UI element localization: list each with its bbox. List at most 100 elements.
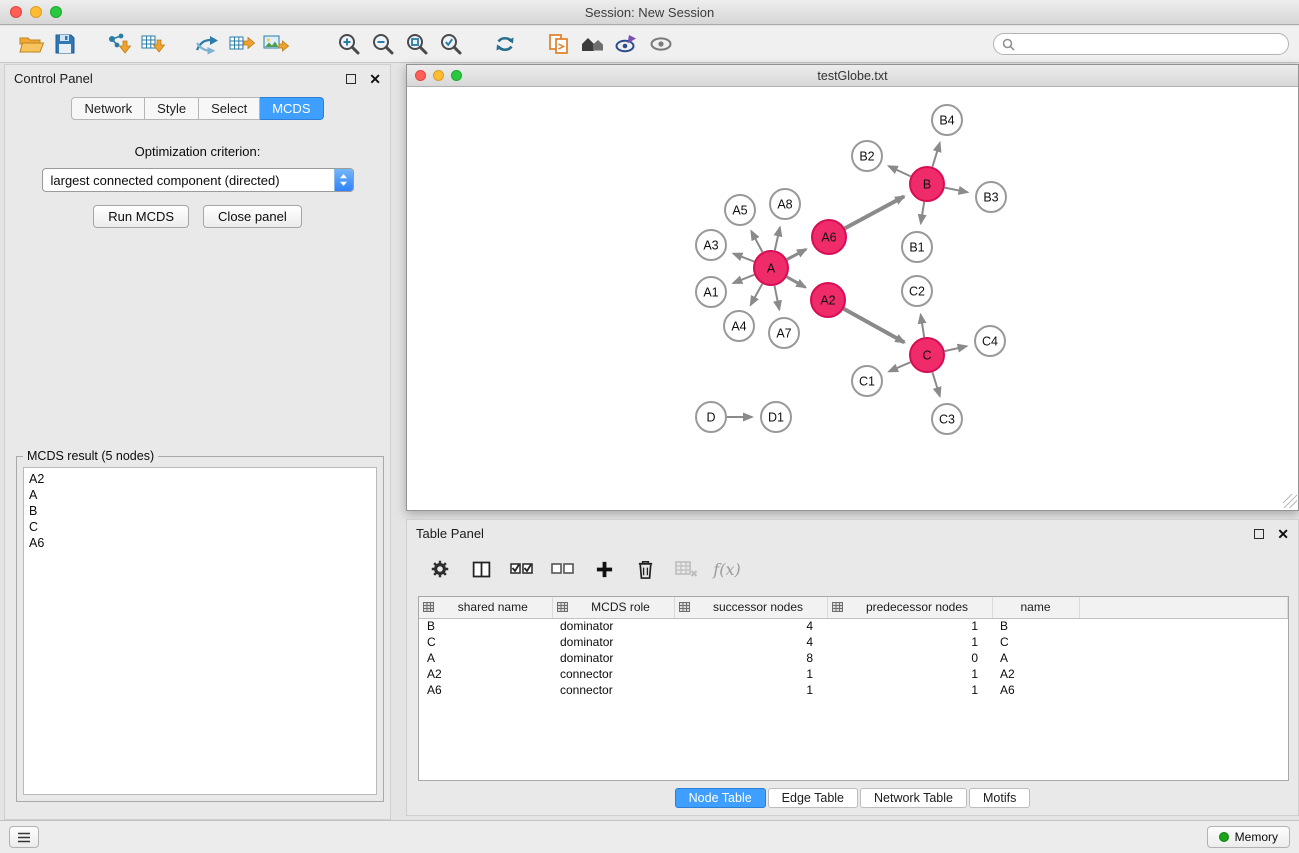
- table-cell[interactable]: 0: [827, 650, 992, 666]
- tab-style[interactable]: Style: [145, 97, 199, 120]
- mcds-result-item[interactable]: A6: [29, 535, 371, 551]
- network-edge-C-C4[interactable]: [945, 346, 967, 351]
- import-table-button[interactable]: [136, 29, 170, 59]
- column-header-mcds-role[interactable]: MCDS role: [552, 597, 674, 618]
- show-hide-button[interactable]: [644, 29, 678, 59]
- network-edge-B-B2[interactable]: [889, 166, 911, 176]
- tab-network[interactable]: Network: [71, 97, 145, 120]
- maximize-window-icon[interactable]: [50, 6, 62, 18]
- table-cell[interactable]: A: [992, 650, 1079, 666]
- network-node-C1[interactable]: C1: [852, 366, 882, 396]
- column-header-successor-nodes[interactable]: successor nodes: [674, 597, 827, 618]
- zoom-selected-button[interactable]: [434, 29, 468, 59]
- table-cell[interactable]: 1: [674, 682, 827, 698]
- network-node-C[interactable]: C: [910, 338, 944, 372]
- network-edge-B-B1[interactable]: [921, 202, 924, 224]
- table-row[interactable]: Bdominator41B: [419, 618, 1288, 634]
- network-node-A4[interactable]: A4: [724, 311, 754, 341]
- export-table-button[interactable]: [224, 29, 258, 59]
- network-node-A[interactable]: A: [754, 251, 788, 285]
- import-network-button[interactable]: [102, 29, 136, 59]
- float-table-panel-icon[interactable]: [1254, 529, 1264, 539]
- network-edge-A-A8[interactable]: [775, 227, 780, 250]
- network-edge-C-C1[interactable]: [889, 362, 911, 371]
- table-cell[interactable]: 1: [827, 666, 992, 682]
- close-panel-icon[interactable]: ✕: [369, 74, 381, 84]
- network-node-A8[interactable]: A8: [770, 189, 800, 219]
- mcds-result-list[interactable]: A2ABCA6: [23, 467, 377, 795]
- table-cell[interactable]: 1: [827, 682, 992, 698]
- mcds-result-item[interactable]: B: [29, 503, 371, 519]
- network-node-A2[interactable]: A2: [811, 283, 845, 317]
- table-cell[interactable]: [1079, 618, 1288, 634]
- network-edge-A-A5[interactable]: [751, 231, 762, 252]
- network-node-B[interactable]: B: [910, 167, 944, 201]
- column-header-shared-name[interactable]: shared name: [419, 597, 552, 618]
- resize-grip[interactable]: [1283, 494, 1297, 508]
- table-cell[interactable]: 1: [674, 666, 827, 682]
- table-cell[interactable]: 1: [827, 618, 992, 634]
- mcds-result-item[interactable]: A: [29, 487, 371, 503]
- refresh-button[interactable]: [488, 29, 522, 59]
- tab-motifs[interactable]: Motifs: [969, 788, 1030, 808]
- table-cell[interactable]: 1: [827, 634, 992, 650]
- network-node-C2[interactable]: C2: [902, 276, 932, 306]
- table-cell[interactable]: 4: [674, 618, 827, 634]
- close-table-panel-icon[interactable]: ✕: [1277, 529, 1289, 539]
- close-network-window-icon[interactable]: [415, 70, 426, 81]
- column-header-name[interactable]: name: [992, 597, 1079, 618]
- open-session-button[interactable]: [14, 29, 48, 59]
- network-node-A7[interactable]: A7: [769, 318, 799, 348]
- memory-button[interactable]: Memory: [1207, 826, 1290, 848]
- table-cell[interactable]: C: [992, 634, 1079, 650]
- network-edge-B-B3[interactable]: [945, 188, 968, 193]
- table-cell[interactable]: [1079, 634, 1288, 650]
- page-copy-button[interactable]: [542, 29, 576, 59]
- export-image-button[interactable]: [258, 29, 292, 59]
- tab-network-table[interactable]: Network Table: [860, 788, 967, 808]
- network-edge-B-B4[interactable]: [932, 143, 939, 167]
- table-cell[interactable]: connector: [552, 666, 674, 682]
- network-node-A1[interactable]: A1: [696, 277, 726, 307]
- table-settings-button[interactable]: [427, 557, 453, 581]
- status-menu-button[interactable]: [9, 826, 39, 848]
- table-cell[interactable]: [1079, 650, 1288, 666]
- save-session-button[interactable]: [48, 29, 82, 59]
- table-cell[interactable]: connector: [552, 682, 674, 698]
- network-edge-A-A4[interactable]: [751, 284, 763, 305]
- search-input[interactable]: [1020, 37, 1280, 51]
- network-node-D1[interactable]: D1: [761, 402, 791, 432]
- network-node-A3[interactable]: A3: [696, 230, 726, 260]
- table-cell[interactable]: A6: [992, 682, 1079, 698]
- deselect-all-button[interactable]: [550, 557, 576, 581]
- minimize-network-window-icon[interactable]: [433, 70, 444, 81]
- zoom-in-button[interactable]: [332, 29, 366, 59]
- tab-edge-table[interactable]: Edge Table: [768, 788, 858, 808]
- delete-row-button[interactable]: [632, 557, 658, 581]
- network-node-B3[interactable]: B3: [976, 182, 1006, 212]
- function-builder-button[interactable]: f(x): [714, 557, 740, 581]
- table-cell[interactable]: dominator: [552, 634, 674, 650]
- network-edge-A-A1[interactable]: [733, 275, 754, 283]
- table-cell[interactable]: 4: [674, 634, 827, 650]
- column-header-predecessor-nodes[interactable]: predecessor nodes: [827, 597, 992, 618]
- table-cell[interactable]: 8: [674, 650, 827, 666]
- zoom-out-button[interactable]: [366, 29, 400, 59]
- network-node-A5[interactable]: A5: [725, 195, 755, 225]
- float-panel-icon[interactable]: [346, 74, 356, 84]
- network-node-B2[interactable]: B2: [852, 141, 882, 171]
- network-node-C3[interactable]: C3: [932, 404, 962, 434]
- network-node-B4[interactable]: B4: [932, 105, 962, 135]
- network-edge-C-C2[interactable]: [921, 315, 925, 338]
- table-cell[interactable]: [1079, 682, 1288, 698]
- network-node-A6[interactable]: A6: [812, 220, 846, 254]
- table-cell[interactable]: B: [992, 618, 1079, 634]
- table-row[interactable]: A6connector11A6: [419, 682, 1288, 698]
- network-node-D[interactable]: D: [696, 402, 726, 432]
- mcds-result-item[interactable]: C: [29, 519, 371, 535]
- delete-column-button[interactable]: [673, 557, 699, 581]
- table-cell[interactable]: C: [419, 634, 552, 650]
- table-cell[interactable]: dominator: [552, 650, 674, 666]
- network-edge-C-C3[interactable]: [932, 372, 939, 396]
- network-edge-A6-B[interactable]: [845, 196, 904, 228]
